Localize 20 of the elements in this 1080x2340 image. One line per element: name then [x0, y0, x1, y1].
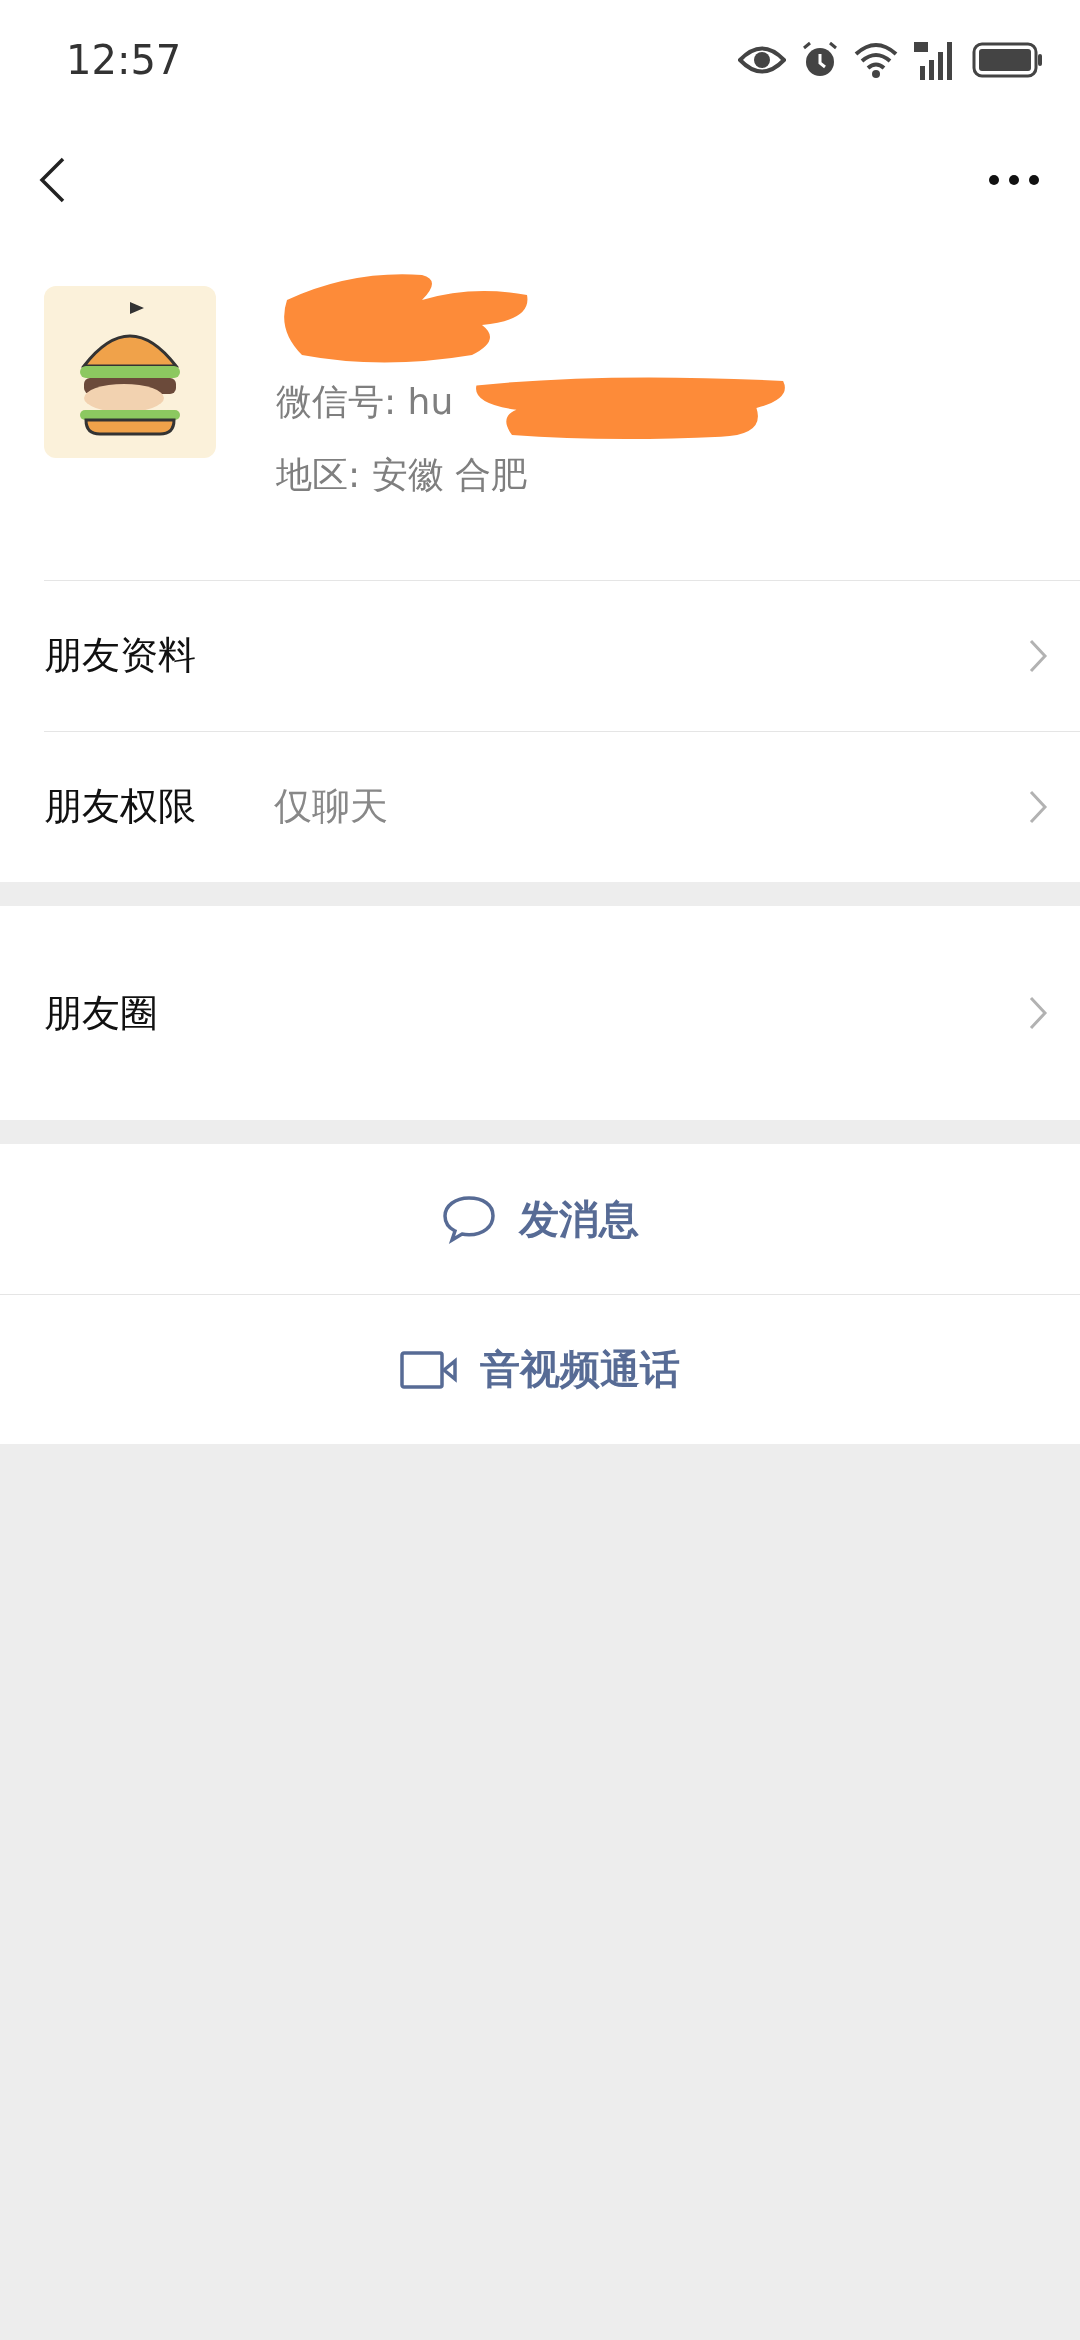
- row-value: 仅聊天: [274, 783, 389, 830]
- video-call-button[interactable]: 音视频通话: [0, 1294, 1080, 1444]
- row-label: 朋友资料: [44, 632, 197, 679]
- status-time: 12:57: [66, 37, 182, 83]
- message-button[interactable]: 发消息: [0, 1144, 1080, 1294]
- chevron-right-icon: [1028, 637, 1048, 674]
- chevron-right-icon: [1028, 788, 1048, 825]
- chevron-right-icon: [1028, 995, 1048, 1031]
- wechat-id: 微信号: hu: [276, 380, 455, 424]
- battery-icon: [972, 42, 1044, 78]
- eye-icon: [738, 45, 786, 75]
- more-icon[interactable]: [988, 174, 1040, 186]
- video-camera-icon: [400, 1350, 458, 1389]
- region-text: 地区: 安徽 合肥: [276, 453, 527, 497]
- row-label: 朋友权限: [44, 783, 197, 830]
- row-label: 朋友圈: [44, 989, 159, 1037]
- chat-bubble-icon: [441, 1194, 497, 1244]
- wifi-icon: [854, 42, 898, 78]
- back-icon[interactable]: [38, 156, 66, 204]
- moments-row[interactable]: 朋友圈: [0, 906, 1080, 1120]
